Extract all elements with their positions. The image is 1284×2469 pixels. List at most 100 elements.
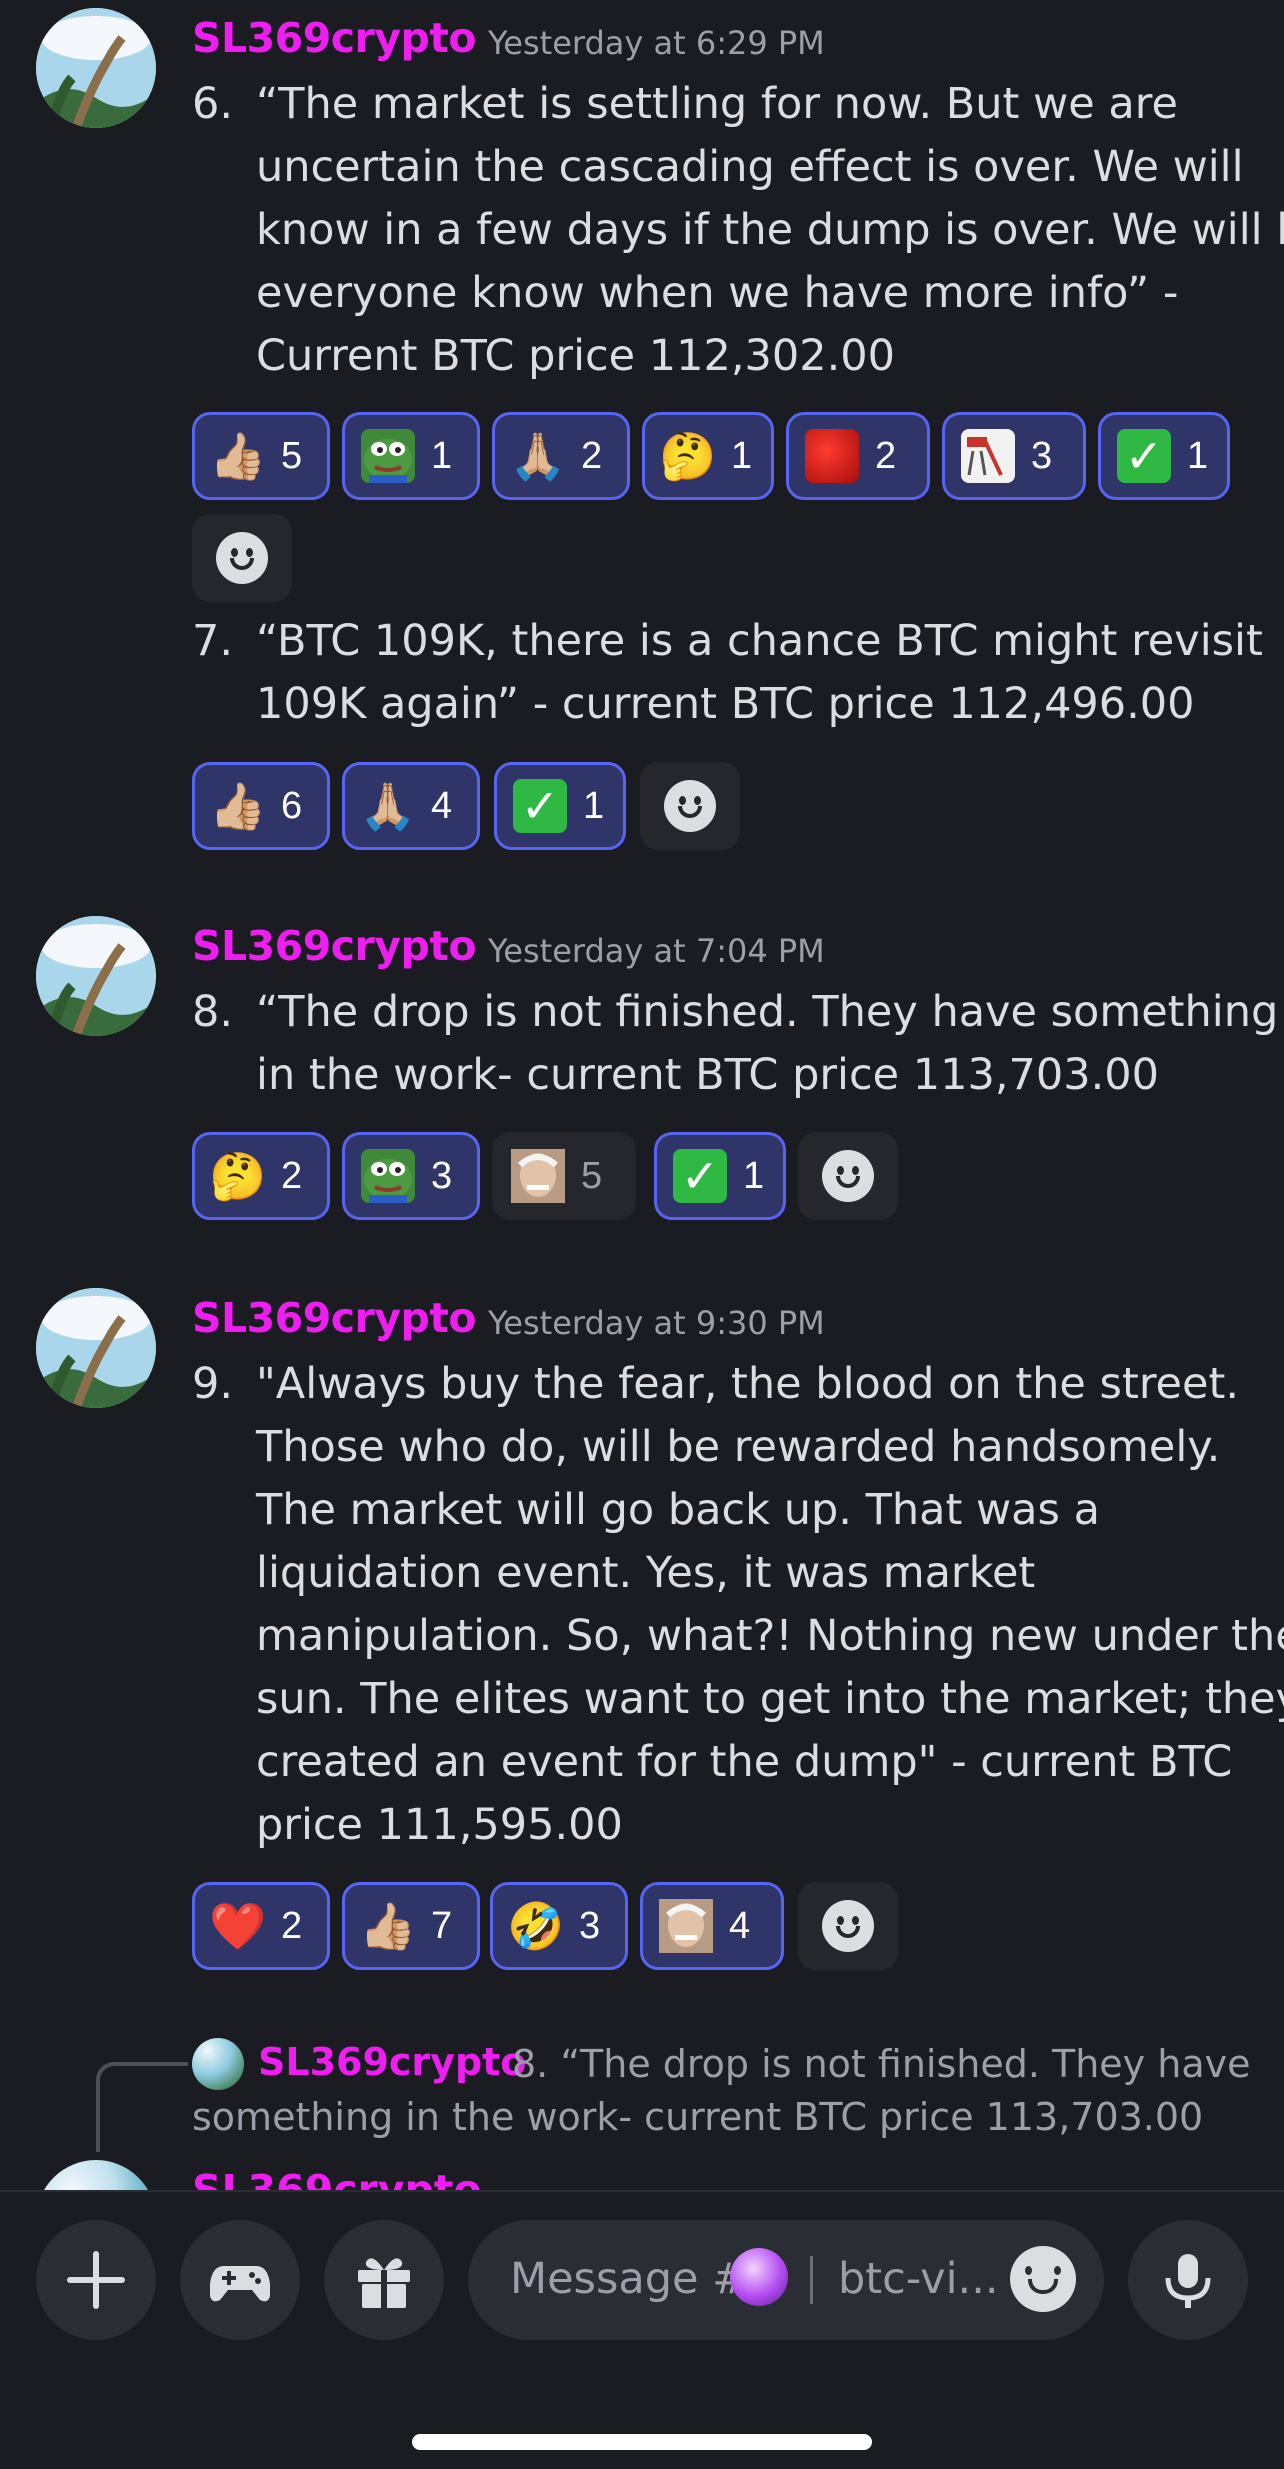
message-line: “The drop is not finished. They have som… (256, 987, 1279, 1037)
reply-author-name[interactable]: SL369crypto (258, 2040, 526, 2084)
smile-icon (822, 1900, 874, 1952)
author-name[interactable]: SL369crypto (192, 922, 477, 970)
voice-message-button[interactable] (1128, 2220, 1248, 2340)
add-reaction-button[interactable] (192, 514, 292, 602)
thinking-icon: 🤔 (209, 1149, 267, 1203)
message-line: know in a few days if the dump is over. … (256, 205, 1284, 255)
list-number: 9. (192, 1359, 234, 1409)
add-reaction-button[interactable] (640, 762, 740, 850)
chart-down-icon (961, 429, 1015, 483)
message-input[interactable]: Message # btc-vi... (468, 2220, 1104, 2340)
list-number: 7. (192, 616, 234, 666)
thumbs-up-icon: 👍🏼 (209, 429, 267, 483)
message-line: “BTC 109K, there is a chance BTC might r… (256, 616, 1263, 666)
check-mark-icon: ✓ (673, 1149, 727, 1203)
message-line: created an event for the dump" - current… (256, 1737, 1233, 1787)
list-number: 8. (192, 987, 234, 1037)
add-reaction-button[interactable] (798, 1132, 898, 1220)
reaction-heart[interactable]: ❤️ 2 (192, 1882, 330, 1970)
reaction-count: 2 (281, 1154, 303, 1197)
reaction-red-moon[interactable]: 2 (786, 412, 930, 500)
reaction-count: 1 (743, 1154, 765, 1197)
author-name[interactable]: SL369crypto (192, 14, 477, 62)
message-line: Current BTC price 112,302.00 (256, 331, 895, 381)
reaction-count: 4 (431, 784, 453, 827)
reaction-pepe[interactable]: 3 (342, 1132, 480, 1220)
message-line: liquidation event. Yes, it was market (256, 1548, 1036, 1598)
avatar[interactable] (36, 8, 156, 128)
reaction-count: 6 (281, 784, 303, 827)
reply-connector (96, 2062, 188, 2152)
reaction-count: 4 (729, 1904, 751, 1947)
list-number: 6. (192, 79, 234, 129)
divider (810, 2256, 813, 2304)
smile-icon (1010, 2246, 1076, 2312)
harold-face-icon (659, 1899, 713, 1953)
message-timestamp: Yesterday at 9:30 PM (488, 1304, 825, 1342)
reaction-count: 3 (1031, 434, 1053, 477)
reaction-thinking[interactable]: 🤔 1 (642, 412, 774, 500)
channel-name: btc-vi... (838, 2254, 999, 2304)
message-line: Those who do, will be rewarded handsomel… (256, 1422, 1221, 1472)
message-line: sun. The elites want to get into the mar… (256, 1674, 1284, 1724)
reaction-pray[interactable]: 🙏🏼 4 (342, 762, 480, 850)
gift-button[interactable] (324, 2220, 444, 2340)
add-attachment-button[interactable] (36, 2220, 156, 2340)
avatar[interactable] (36, 1288, 156, 1408)
message-line: uncertain the cascading effect is over. … (256, 142, 1244, 192)
reaction-thumbs-up[interactable]: 👍🏼 7 (342, 1882, 480, 1970)
reaction-check[interactable]: ✓ 1 (654, 1132, 786, 1220)
reaction-thinking[interactable]: 🤔 2 (192, 1132, 330, 1220)
message-timestamp: Yesterday at 7:04 PM (488, 932, 825, 970)
message-composer: Message # btc-vi... (0, 2190, 1284, 2469)
pray-icon: 🙏🏼 (509, 429, 567, 483)
red-moon-icon (805, 429, 859, 483)
reaction-pepe[interactable]: 1 (342, 412, 480, 500)
reaction-count: 7 (431, 1904, 453, 1947)
message-line: "Always buy the fear, the blood on the s… (256, 1359, 1239, 1409)
reply-avatar[interactable] (192, 2038, 244, 2090)
reaction-check[interactable]: ✓ 1 (494, 762, 626, 850)
check-mark-icon: ✓ (1117, 429, 1171, 483)
avatar[interactable] (36, 916, 156, 1036)
check-mark-icon: ✓ (513, 779, 567, 833)
activities-button[interactable] (180, 2220, 300, 2340)
reaction-check[interactable]: ✓ 1 (1098, 412, 1230, 500)
pepe-icon (361, 1149, 415, 1203)
reaction-rofl[interactable]: 🤣 3 (490, 1882, 628, 1970)
reaction-thumbs-up[interactable]: 👍🏼 6 (192, 762, 330, 850)
message-line: The market will go back up. That was a (256, 1485, 1100, 1535)
reaction-thumbs-up[interactable]: 👍🏼 5 (192, 412, 330, 500)
reaction-count: 2 (281, 1904, 303, 1947)
smile-icon (216, 532, 268, 584)
pray-icon: 🙏🏼 (359, 779, 417, 833)
home-indicator[interactable] (412, 2434, 872, 2450)
reaction-chart[interactable]: 3 (942, 412, 1086, 500)
reply-preview-text[interactable]: 8. “The drop is not finished. They have (512, 2042, 1250, 2086)
microphone-icon (1165, 2254, 1211, 2308)
message-line: everyone know when we have more info” - (256, 268, 1179, 318)
thinking-icon: 🤔 (659, 429, 717, 483)
thumbs-up-icon: 👍🏼 (359, 1899, 417, 1953)
reaction-count: 1 (1187, 434, 1209, 477)
reaction-count: 2 (875, 434, 897, 477)
add-reaction-button[interactable] (798, 1882, 898, 1970)
reaction-pray[interactable]: 🙏🏼 2 (492, 412, 630, 500)
reply-preview-text[interactable]: something in the work- current BTC price… (192, 2095, 1203, 2139)
message-line: 109K again” - current BTC price 112,496.… (256, 679, 1195, 729)
reaction-count: 1 (583, 784, 605, 827)
reaction-harold[interactable]: 4 (640, 1882, 784, 1970)
harold-face-icon (511, 1149, 565, 1203)
reaction-count: 1 (431, 434, 453, 477)
message-line: price 111,595.00 (256, 1800, 623, 1850)
author-name[interactable]: SL369crypto (192, 1294, 477, 1342)
thumbs-up-icon: 👍🏼 (209, 779, 267, 833)
message-timestamp: Yesterday at 6:29 PM (488, 24, 825, 62)
message-line: “The market is settling for now. But we … (256, 79, 1178, 129)
gamepad-icon (210, 2266, 270, 2302)
emoji-picker-button[interactable] (1010, 2246, 1076, 2312)
reaction-count: 3 (579, 1904, 601, 1947)
reaction-harold[interactable]: 5 (492, 1132, 636, 1220)
reaction-count: 5 (281, 434, 303, 477)
pepe-icon (361, 429, 415, 483)
